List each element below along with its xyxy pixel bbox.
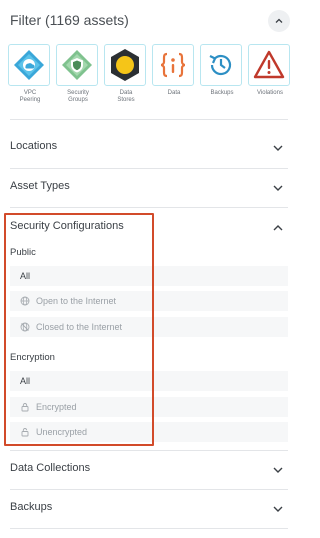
section-backups[interactable]: Backups — [0, 490, 300, 528]
tile-data[interactable]: Data — [152, 44, 198, 97]
vpc-peering-icon — [14, 50, 44, 80]
section-label: Locations — [10, 140, 58, 152]
tile-label: Security Groups — [67, 90, 89, 103]
tile-security-groups[interactable]: Security Groups — [56, 44, 102, 104]
section-label: Asset Types — [10, 180, 70, 192]
chevron-down-icon — [273, 145, 283, 151]
tile-backups[interactable]: Backups — [200, 44, 246, 97]
divider — [10, 119, 288, 120]
section-asset-types[interactable]: Asset Types — [0, 169, 300, 207]
asset-type-tiles: VPCPeering SecurityGroups DataStores — [8, 44, 292, 110]
chevron-down-icon — [273, 185, 283, 191]
chevron-down-icon — [273, 467, 283, 473]
backups-icon — [209, 54, 232, 76]
data-stores-icon — [111, 49, 139, 81]
filter-title: Filter (1169 assets) — [10, 12, 129, 28]
collapse-filter-button[interactable] — [268, 10, 290, 32]
tile-label: Backups — [210, 90, 234, 96]
tile-label: Data — [167, 90, 181, 96]
section-data-collections[interactable]: Data Collections — [0, 451, 300, 489]
data-icon — [160, 52, 186, 78]
tile-violations[interactable]: Violations — [248, 44, 294, 97]
tile-label: VPC Peering — [19, 90, 41, 103]
tile-label: Violations — [257, 90, 283, 96]
chevron-down-icon — [273, 506, 283, 512]
tile-data-stores[interactable]: Data Stores — [104, 44, 150, 104]
section-locations[interactable]: Locations — [0, 129, 300, 167]
chevron-up-icon — [273, 225, 283, 231]
tile-label: Data Stores — [117, 90, 135, 103]
section-label: Data Collections — [10, 462, 91, 474]
divider — [10, 528, 288, 529]
section-label: Backups — [10, 501, 53, 513]
security-groups-icon — [62, 50, 92, 80]
highlight-annotation — [4, 213, 154, 446]
divider — [10, 207, 288, 208]
chevron-up-icon — [275, 18, 283, 23]
tile-vpc-peering[interactable]: VPC Peering — [8, 44, 54, 104]
violations-icon — [253, 50, 285, 79]
filter-header: Filter (1169 assets) — [0, 0, 300, 40]
